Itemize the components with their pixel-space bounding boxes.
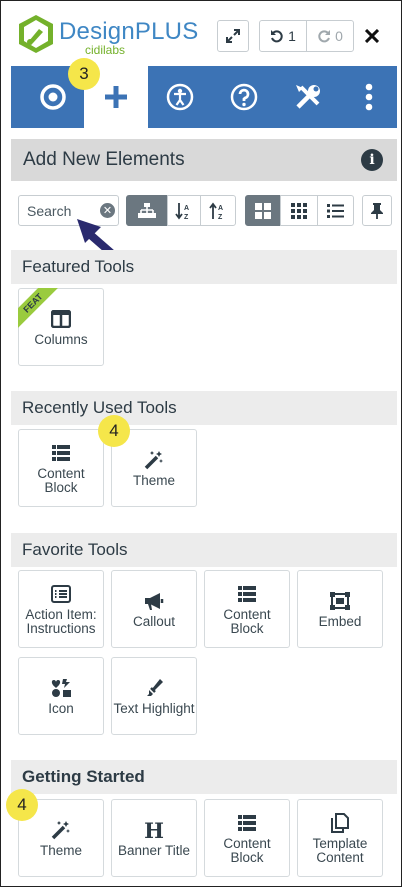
tool-label: Theme xyxy=(132,472,176,488)
expand-icon xyxy=(226,29,240,43)
tool-label: Content Block xyxy=(37,465,85,495)
featured-ribbon-label: FEAT xyxy=(18,288,60,330)
brush-logo-icon xyxy=(19,15,53,53)
panel-title: Add New Elements xyxy=(23,149,185,170)
favorite-tools-header: Favorite Tools xyxy=(11,533,397,567)
redo-button[interactable]: 0 xyxy=(306,20,354,52)
editor-panel: DesignPLUS cidilabs 1 0 3 Add New Elemen… xyxy=(0,0,402,887)
undo-icon xyxy=(271,30,283,43)
tab-more[interactable] xyxy=(340,66,397,128)
list-view-button[interactable] xyxy=(317,195,354,226)
help-icon xyxy=(230,83,258,111)
tab-tools[interactable] xyxy=(276,66,340,128)
section-title: Featured Tools xyxy=(22,257,135,276)
heading-icon: H xyxy=(144,819,164,841)
pin-panel-button[interactable] xyxy=(362,195,392,226)
step-badge: 3 xyxy=(68,58,100,90)
highlighter-icon xyxy=(144,677,164,699)
tool-label: Action Item: Instructions xyxy=(25,606,97,636)
expand-button[interactable] xyxy=(217,20,249,52)
svg-text:A: A xyxy=(184,205,189,212)
brand-subtitle: cidilabs xyxy=(85,43,126,57)
featured-ribbon: FEAT xyxy=(18,288,60,330)
tool-tile-embed[interactable]: Embed xyxy=(297,570,383,648)
copy-icon xyxy=(331,812,349,834)
svg-text:A: A xyxy=(218,205,223,212)
sort-alpha-down-icon: A Z xyxy=(175,202,189,220)
tool-label: Columns xyxy=(34,331,88,347)
tab-help[interactable] xyxy=(212,66,276,128)
thumbtack-icon xyxy=(371,202,383,219)
tool-label: Content Block xyxy=(223,606,271,636)
content-block-icon xyxy=(238,812,256,834)
tool-tile-text-highlight[interactable]: Text Highlight xyxy=(111,657,197,735)
sitemap-icon xyxy=(138,202,156,218)
tool-tile-action-item[interactable]: Action Item: Instructions xyxy=(18,570,104,648)
plus-icon xyxy=(105,86,127,108)
tool-label: Template Content xyxy=(312,835,368,865)
tool-tile-callout[interactable]: Callout xyxy=(111,570,197,648)
undo-count: 1 xyxy=(288,28,296,44)
tool-label: Content Block xyxy=(223,835,271,865)
close-icon xyxy=(365,29,379,43)
svg-text:Z: Z xyxy=(184,214,189,220)
tools-icon xyxy=(296,85,320,109)
tool-label: Banner Title xyxy=(117,842,191,858)
tool-tile-icon[interactable]: Icon xyxy=(18,657,104,735)
tool-tile-content-block[interactable]: Content Block xyxy=(204,570,290,648)
tool-tile-template-content[interactable]: Template Content xyxy=(297,799,383,877)
magic-wand-icon xyxy=(144,449,164,471)
info-icon[interactable]: i xyxy=(361,149,383,171)
tab-accessibility[interactable] xyxy=(148,66,212,128)
getting-started-header: Getting Started xyxy=(11,760,397,794)
recent-tools-header: Recently Used Tools xyxy=(11,391,397,425)
tool-label: Theme xyxy=(39,842,83,858)
magic-wand-icon xyxy=(51,819,71,841)
featured-tools-header: Featured Tools xyxy=(11,250,397,284)
content-block-icon xyxy=(238,583,256,605)
tool-label: Callout xyxy=(132,613,176,629)
close-button[interactable] xyxy=(359,22,385,50)
large-grid-icon xyxy=(255,202,271,219)
section-title: Recently Used Tools xyxy=(22,398,177,417)
content-block-icon xyxy=(52,442,70,464)
target-icon xyxy=(40,84,66,110)
svg-text:Z: Z xyxy=(218,214,223,220)
megaphone-icon xyxy=(143,590,165,612)
sort-ascending-button[interactable]: A Z xyxy=(167,195,201,226)
tool-label: Icon xyxy=(48,700,74,716)
tool-tile-content-block[interactable]: Content Block xyxy=(18,429,104,507)
icons-icon xyxy=(50,677,72,699)
more-vertical-icon xyxy=(365,83,372,111)
undo-button[interactable]: 1 xyxy=(259,20,307,52)
large-grid-view-button[interactable] xyxy=(245,195,281,226)
small-grid-view-button[interactable] xyxy=(280,195,318,226)
sort-alpha-up-icon: A Z xyxy=(209,202,223,220)
section-title: Getting Started xyxy=(22,767,145,786)
step-badge: 4 xyxy=(6,789,38,821)
accessibility-icon xyxy=(166,83,194,111)
redo-icon xyxy=(318,30,331,43)
list-view-icon xyxy=(327,203,344,218)
sort-by-category-button[interactable] xyxy=(126,195,168,226)
sort-descending-button[interactable]: A Z xyxy=(200,195,236,226)
list-icon xyxy=(51,583,71,605)
redo-count: 0 xyxy=(335,28,343,44)
tool-label: Text Highlight xyxy=(113,700,195,716)
brand-title: DesignPLUS xyxy=(59,18,199,45)
svg-text:H: H xyxy=(144,820,164,840)
small-grid-icon xyxy=(291,202,307,219)
embed-icon xyxy=(330,590,350,612)
step-badge: 4 xyxy=(98,415,130,447)
tool-tile-banner-title[interactable]: H Banner Title xyxy=(111,799,197,877)
section-title: Favorite Tools xyxy=(22,540,128,559)
tool-tile-content-block[interactable]: Content Block xyxy=(204,799,290,877)
panel-header: Add New Elements i xyxy=(11,139,397,181)
tool-label: Embed xyxy=(318,613,362,629)
designplus-logo: DesignPLUS cidilabs xyxy=(17,12,202,57)
